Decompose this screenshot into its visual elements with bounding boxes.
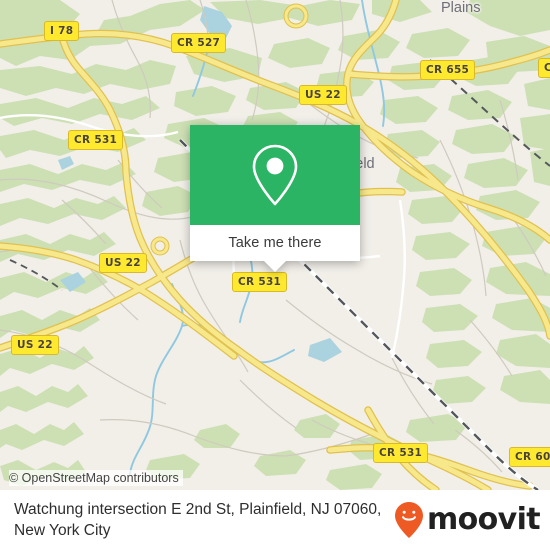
page-footer: Watchung intersection E 2nd St, Plainfie… — [0, 490, 550, 550]
road-shield-cr-531-south[interactable]: CR 531 — [373, 443, 429, 463]
place-label-plains: Plains — [441, 0, 481, 16]
location-title: Watchung intersection E 2nd St, Plainfie… — [14, 500, 382, 539]
location-pin-icon — [252, 144, 298, 206]
road-shield-cr-531-center[interactable]: CR 531 — [232, 272, 288, 292]
road-shield-us-22-mid[interactable]: US 22 — [99, 253, 147, 273]
popup-header — [190, 125, 360, 225]
moovit-smiley-pin-icon — [394, 502, 423, 538]
road-shield-cr-602[interactable]: CR 602 — [509, 447, 550, 467]
road-shield-us-22-southwest[interactable]: US 22 — [11, 335, 59, 355]
moovit-map-page: Plains field I 78 CR 527 CR 655 US 22 CR… — [0, 0, 550, 550]
map-canvas[interactable]: Plains field I 78 CR 527 CR 655 US 22 CR… — [0, 0, 550, 490]
location-popup-card[interactable]: Take me there — [190, 125, 360, 272]
road-shield-cr-527[interactable]: CR 527 — [171, 33, 227, 53]
moovit-wordmark: moovit — [426, 502, 541, 537]
road-shield-cr-655[interactable]: CR 655 — [420, 60, 476, 80]
take-me-there-button[interactable]: Take me there — [190, 225, 360, 261]
moovit-brand-logo[interactable]: moovit — [394, 501, 541, 539]
road-shield-cr-531-west[interactable]: CR 531 — [68, 130, 124, 150]
popup-pointer-tail — [264, 261, 286, 272]
road-shield-us-22-north[interactable]: US 22 — [299, 85, 347, 105]
road-shield-edge-partial[interactable]: C — [538, 58, 550, 78]
road-shield-i-78[interactable]: I 78 — [44, 21, 80, 41]
take-me-there-label: Take me there — [228, 235, 322, 251]
